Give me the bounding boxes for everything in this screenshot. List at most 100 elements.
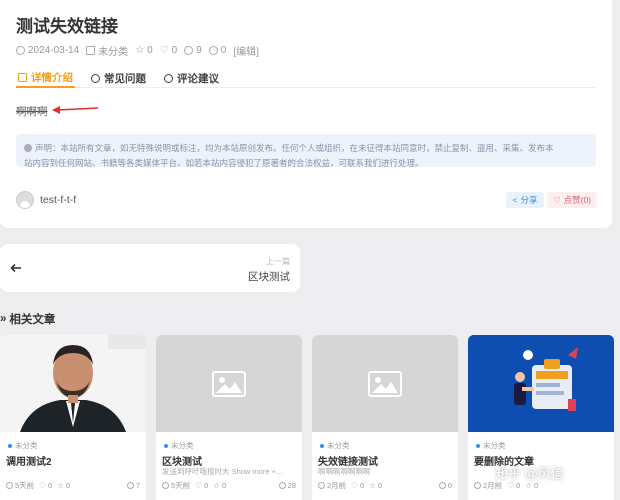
prev-label: 上一篇 — [266, 257, 290, 266]
image-placeholder-icon — [368, 370, 402, 397]
star-stat: ☆ 0 — [213, 481, 227, 490]
clock-icon — [162, 482, 169, 489]
related-stats: 5天前 ♡ 0 ☆ 0 28 — [162, 480, 296, 491]
category-meta[interactable]: 未分类 — [86, 43, 128, 58]
star-stat: ☆ 0 — [369, 481, 383, 490]
info-icon — [24, 144, 32, 152]
related-section-title: » 相关文章 — [0, 311, 55, 327]
related-title-text: 相关文章 — [9, 314, 56, 326]
like-meta: ♡ 0 — [160, 45, 178, 56]
star-icon: ☆ — [135, 45, 145, 56]
like-stat: ♡ 0 — [351, 481, 365, 490]
notice-line-2: 站内容到任何网站、书籍等各类媒体平台。如若本站内容侵犯了原著者的合法权益，可联系… — [24, 158, 424, 168]
time-value: 2月前 — [483, 481, 503, 490]
related-excerpt: 发送到呼吁哦按时大 Show more +... — [162, 467, 283, 476]
related-stats: 2月前 ♡ 0 ☆ 0 0 — [318, 480, 452, 491]
time-value: 2月前 — [327, 481, 347, 490]
author-name[interactable]: test-f-t-f — [40, 194, 76, 206]
related-title[interactable]: 调用测试2 — [6, 453, 52, 468]
comment-icon — [164, 73, 173, 83]
tab-comments[interactable]: 评论建议 — [162, 68, 221, 88]
clock-icon — [16, 46, 25, 55]
share-icon: < — [512, 195, 518, 205]
date-meta: 2024-03-14 — [16, 45, 79, 56]
clock-icon — [474, 482, 481, 489]
related-stats: 5天前 ♡ 0 ☆ 0 7 — [6, 480, 140, 491]
view-value: 7 — [135, 481, 140, 490]
time-stat: 2月前 — [318, 480, 346, 491]
view-stat: 7 — [126, 481, 140, 490]
related-card[interactable]: 未分类 调用测试2 5天前 ♡ 0 ☆ 0 7 — [0, 335, 146, 500]
related-card[interactable]: 未分类 失效链接测试 啊啊啊啊啊啊啊 2月前 ♡ 0 ☆ 0 0 — [312, 335, 458, 500]
like-count: 0 — [171, 45, 178, 56]
related-category[interactable]: 未分类 — [476, 440, 506, 451]
thumbnail-placeholder[interactable] — [312, 335, 458, 432]
like-label: 点赞(0) — [563, 195, 591, 205]
post-date: 2024-03-14 — [28, 45, 80, 56]
comment-count: 0 — [220, 45, 227, 56]
star-value: 0 — [65, 481, 71, 490]
like-stat: ♡ 0 — [39, 481, 53, 490]
tab-faq-label: 常见问题 — [104, 72, 146, 85]
copyright-notice: 声明：本站所有文章，如无特殊说明或标注，均为本站原创发布。任何个人或组织，在未征… — [16, 134, 596, 168]
heart-icon: ♡ — [552, 194, 561, 205]
like-stat: ♡ 0 — [507, 481, 521, 490]
arrow-left-icon[interactable] — [10, 263, 22, 273]
star-count: 0 — [147, 45, 153, 56]
prev-title[interactable]: 区块测试 — [248, 269, 290, 284]
author[interactable]: test-f-t-f — [16, 191, 76, 209]
tab-comments-label: 评论建议 — [177, 72, 219, 85]
time-stat: 5天前 — [6, 480, 34, 491]
related-category[interactable]: 未分类 — [8, 440, 38, 451]
clock-icon — [318, 482, 325, 489]
like-value: 0 — [47, 481, 53, 490]
eye-icon — [126, 482, 134, 489]
related-excerpt: 啊啊啊啊啊啊啊 — [318, 467, 371, 476]
comment-meta: 0 — [208, 45, 227, 56]
post-category[interactable]: 未分类 — [98, 43, 128, 58]
view-value: 28 — [287, 481, 296, 490]
like-button[interactable]: ♡ 点赞(0) — [547, 192, 597, 208]
post-title: 测试失效链接 — [16, 17, 118, 36]
notice-line-1: 声明：本站所有文章，如无特殊说明或标注，均为本站原创发布。任何个人或组织，在未征… — [35, 143, 554, 153]
portrait-image — [0, 335, 146, 432]
prev-post-nav[interactable]: 上一篇 区块测试 — [0, 244, 300, 292]
related-category[interactable]: 未分类 — [164, 440, 194, 451]
watermark: 知乎 @风信 — [470, 463, 564, 482]
view-count: 9 — [196, 45, 202, 56]
edit-link[interactable]: [编辑] — [233, 43, 259, 58]
comment-icon — [208, 46, 218, 55]
related-card[interactable]: 未分类 区块测试 发送到呼吁哦按时大 Show more +... 5天前 ♡ … — [156, 335, 302, 500]
heart-icon: ♡ — [159, 45, 169, 56]
like-stat: ♡ 0 — [195, 481, 209, 490]
question-icon — [91, 73, 100, 83]
thumbnail-portrait[interactable] — [0, 335, 146, 432]
eye-icon — [278, 482, 286, 489]
like-value: 0 — [203, 481, 209, 490]
double-chevron-icon: » — [0, 313, 7, 325]
illustration-image — [468, 335, 614, 432]
share-button[interactable]: < 分享 — [506, 192, 544, 208]
thumbnail-placeholder[interactable] — [156, 335, 302, 432]
thumbnail-illustration[interactable] — [468, 335, 614, 432]
time-value: 5天前 — [171, 481, 191, 490]
post-tabs: 详情介绍 常见问题 评论建议 — [16, 68, 596, 88]
related-category[interactable]: 未分类 — [320, 440, 350, 451]
star-value: 0 — [377, 481, 383, 490]
time-stat: 5天前 — [162, 480, 190, 491]
view-meta: 9 — [184, 45, 202, 56]
tab-details-label: 详情介绍 — [31, 71, 73, 84]
tab-details[interactable]: 详情介绍 — [16, 68, 75, 88]
post-meta: 2024-03-14 未分类 ☆ 0 ♡ 0 9 0 [编辑] — [16, 43, 259, 58]
post-card: 测试失效链接 2024-03-14 未分类 ☆ 0 ♡ 0 9 0 [编辑] 详情介… — [0, 0, 612, 228]
avatar[interactable] — [16, 191, 34, 209]
like-value: 0 — [515, 481, 521, 490]
clock-icon — [6, 482, 13, 489]
post-content: 啊啊啊 — [16, 106, 48, 118]
folder-icon — [86, 46, 96, 55]
view-stat: 0 — [438, 481, 452, 490]
share-label: 分享 — [520, 195, 538, 205]
eye-icon — [438, 482, 446, 489]
tab-faq[interactable]: 常见问题 — [89, 68, 148, 88]
annotation-arrow-icon — [52, 106, 99, 114]
